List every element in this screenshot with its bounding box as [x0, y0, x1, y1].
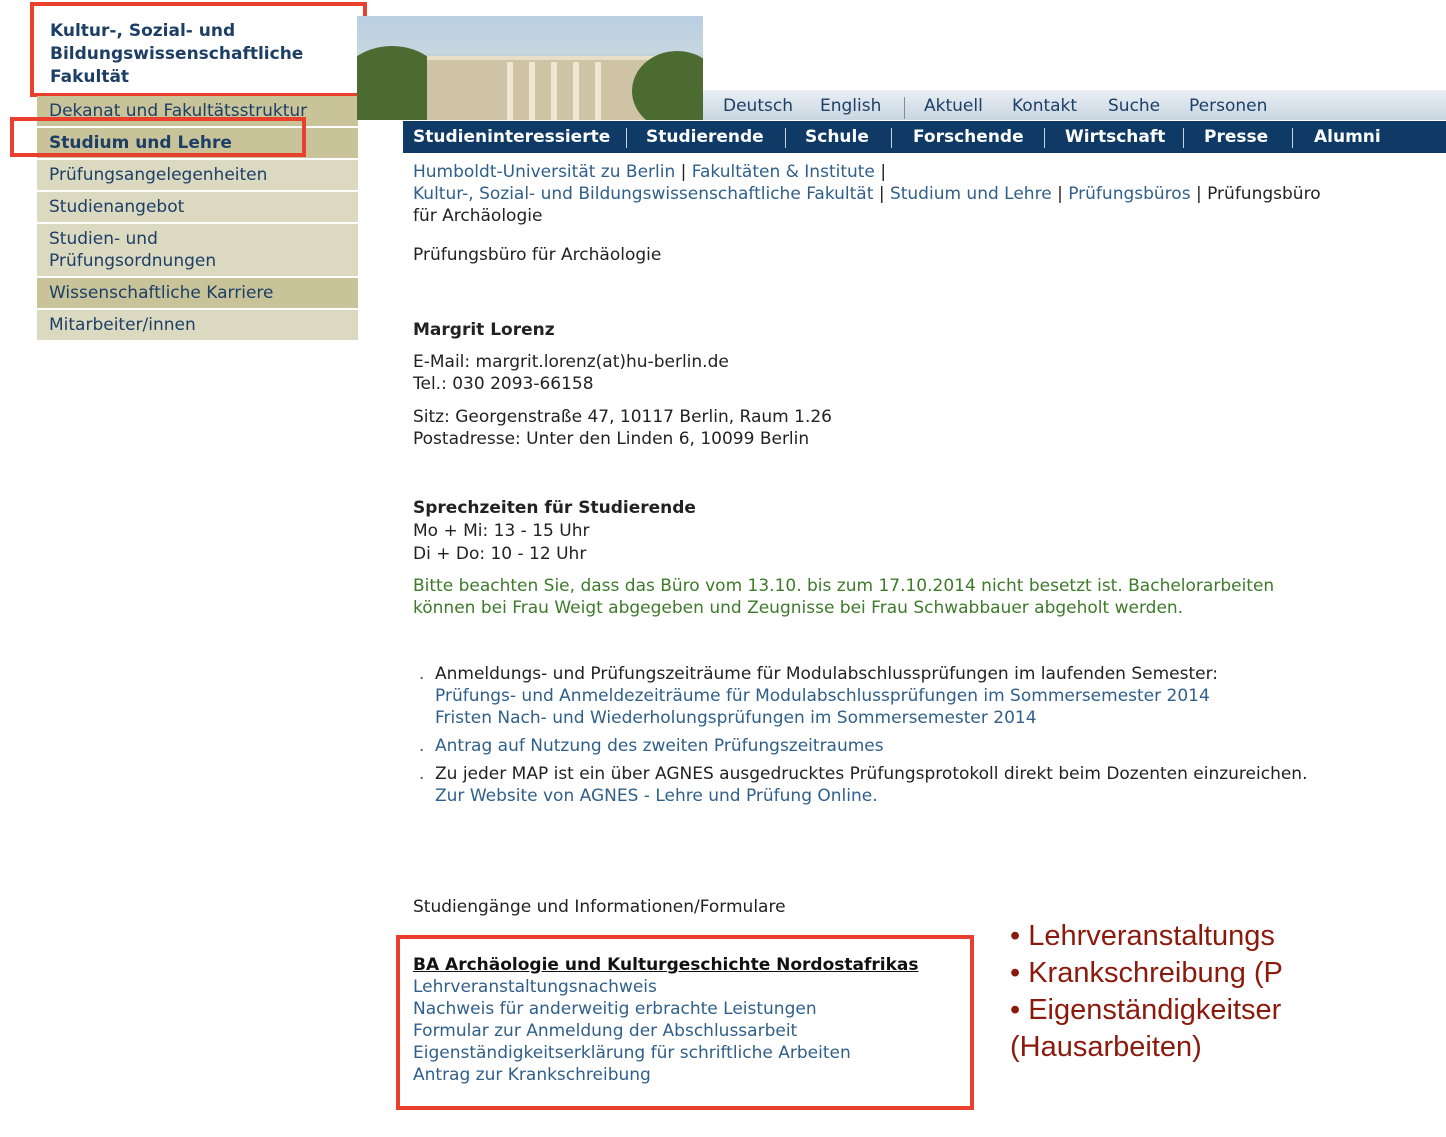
- header-building-photo: [357, 16, 703, 120]
- breadcrumb-studium-lehre[interactable]: Studium und Lehre: [890, 184, 1052, 204]
- fristen-link[interactable]: Fristen Nach- und Wiederholungsprüfungen…: [435, 708, 1037, 728]
- breadcrumb-current: Prüfungsbüro: [1207, 184, 1321, 204]
- info-bullet-list: . Anmeldungs- und Prüfungszeiträume für …: [419, 663, 1308, 807]
- language-meta-nav: Deutsch English Aktuell Kontakt Suche Pe…: [703, 90, 1446, 120]
- page-title: Prüfungsbüro für Archäologie: [413, 245, 662, 265]
- office-hours-heading: Sprechzeiten für Studierende: [413, 498, 696, 518]
- annotation-line: • Eigenständigkeitser: [1010, 994, 1282, 1026]
- studies-heading: Studiengänge und Informationen/Formulare: [413, 897, 786, 917]
- list-item: . Anmeldungs- und Prüfungszeiträume für …: [419, 664, 1219, 728]
- lang-english-link[interactable]: English: [820, 96, 881, 116]
- nav-personen-link[interactable]: Personen: [1189, 96, 1267, 116]
- list-item: . Zu jeder MAP ist ein über AGNES ausged…: [419, 764, 1308, 806]
- zweiter-pruefungszeitraum-link[interactable]: Antrag auf Nutzung des zweiten Prüfungsz…: [435, 736, 884, 756]
- tab-alumni[interactable]: Alumni: [1314, 127, 1381, 147]
- office-hours-line1: Mo + Mi: 13 - 15 Uhr: [413, 521, 590, 541]
- forms-highlight-box: [396, 935, 974, 1110]
- breadcrumb-pruefungsbueros[interactable]: Prüfungsbüros: [1068, 184, 1190, 204]
- annotation-line: • Krankschreibung (P: [1010, 957, 1283, 989]
- sidebar-item-studien-und-pruefungsordnungen[interactable]: Studien- und Prüfungsordnungen: [37, 224, 358, 278]
- annotation-line: (Hausarbeiten): [1010, 1031, 1202, 1063]
- breadcrumb: Humboldt-Universität zu Berlin | Fakultä…: [413, 162, 1321, 226]
- tab-studieninteressierte[interactable]: Studieninteressierte: [413, 127, 610, 147]
- breadcrumb-current-cont: für Archäologie: [413, 206, 543, 226]
- faculty-title-box: Kultur-, Sozial- und Bildungswissenschaf…: [30, 2, 367, 97]
- breadcrumb-fakultaeten[interactable]: Fakultäten & Institute: [692, 162, 875, 182]
- sidebar-item-studienangebot[interactable]: Studienangebot: [37, 192, 358, 224]
- pruefungszeitraeume-link[interactable]: Prüfungs- und Anmeldezeiträume für Modul…: [435, 686, 1210, 706]
- list-item: . Antrag auf Nutzung des zweiten Prüfung…: [419, 736, 884, 756]
- sidebar-item-pruefungsangelegenheiten[interactable]: Prüfungsangelegenheiten: [37, 160, 358, 192]
- active-item-highlight: [10, 117, 306, 157]
- tab-forschende[interactable]: Forschende: [913, 127, 1024, 147]
- contact-postal: Postadresse: Unter den Linden 6, 10099 B…: [413, 429, 810, 449]
- nav-kontakt-link[interactable]: Kontakt: [1012, 96, 1077, 116]
- nav-divider: [904, 97, 905, 119]
- breadcrumb-faculty[interactable]: Kultur-, Sozial- und Bildungswissenschaf…: [413, 184, 873, 204]
- contact-seat: Sitz: Georgenstraße 47, 10117 Berlin, Ra…: [413, 407, 832, 427]
- sidebar-item-mitarbeiter[interactable]: Mitarbeiter/innen: [37, 310, 358, 342]
- annotation-line: • Lehrveranstaltungs: [1010, 920, 1275, 952]
- tab-schule[interactable]: Schule: [805, 127, 869, 147]
- tab-presse[interactable]: Presse: [1204, 127, 1268, 147]
- office-hours-line2: Di + Do: 10 - 12 Uhr: [413, 544, 587, 564]
- faculty-title[interactable]: Kultur-, Sozial- und Bildungswissenschaf…: [50, 20, 349, 89]
- tab-wirtschaft[interactable]: Wirtschaft: [1065, 127, 1165, 147]
- tab-studierende[interactable]: Studierende: [646, 127, 764, 147]
- nav-aktuell-link[interactable]: Aktuell: [924, 96, 983, 116]
- contact-email[interactable]: E-Mail: margrit.lorenz(at)hu-berlin.de: [413, 351, 729, 373]
- lang-deutsch-link[interactable]: Deutsch: [723, 96, 793, 116]
- nav-suche-link[interactable]: Suche: [1108, 96, 1160, 116]
- breadcrumb-hu-berlin[interactable]: Humboldt-Universität zu Berlin: [413, 162, 675, 182]
- contact-name: Margrit Lorenz: [413, 320, 555, 340]
- annotation-overlay: • Lehrveranstaltungs • Krankschreibung (…: [1010, 918, 1446, 1066]
- closure-notice: Bitte beachten Sie, dass das Büro vom 13…: [413, 576, 1275, 618]
- agnes-website-link[interactable]: Zur Website von AGNES - Lehre und Prüfun…: [435, 786, 878, 806]
- sidebar-item-wissenschaftliche-karriere[interactable]: Wissenschaftliche Karriere: [37, 278, 358, 310]
- audience-main-nav: Studieninteressierte Studierende Schule …: [403, 121, 1446, 153]
- contact-phone: Tel.: 030 2093-66158: [413, 374, 594, 394]
